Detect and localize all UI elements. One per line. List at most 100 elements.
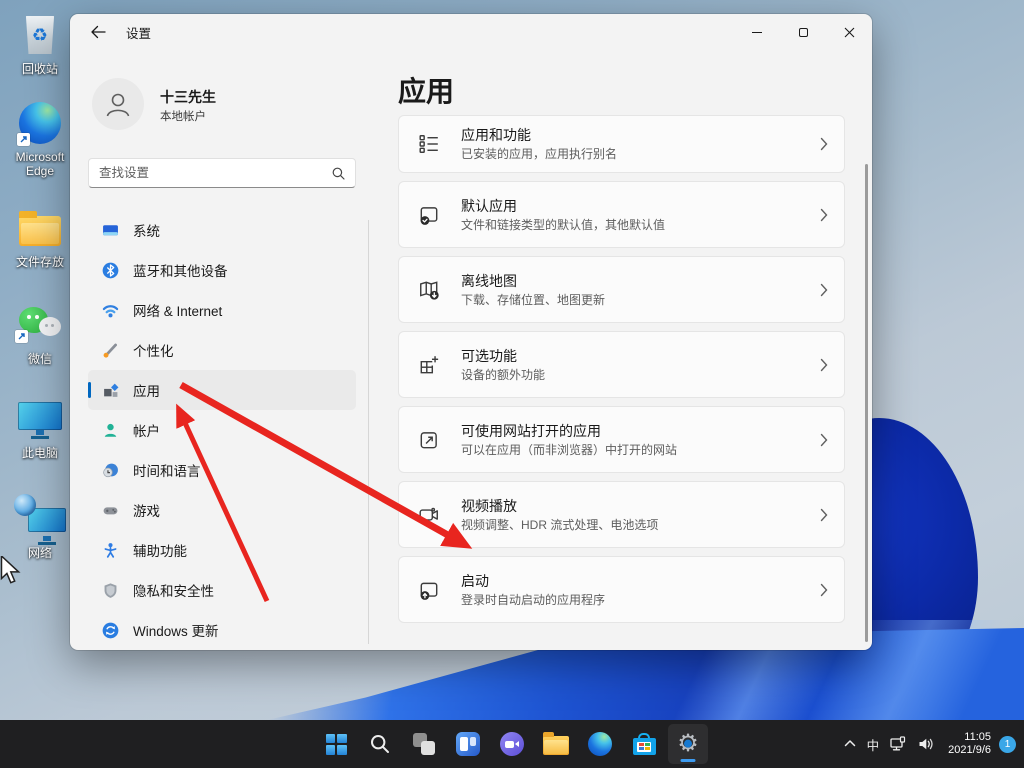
screen: ♻ 回收站 Microsoft Edge 文件存放 微信 此电脑 网络 设置 十… — [0, 0, 1024, 768]
notification-badge[interactable]: 1 — [999, 735, 1016, 753]
settings-sidebar: 系统 蓝牙和其他设备 网络 & Internet 个性化 应用 帐户 时间和语言… — [88, 210, 356, 650]
search-icon — [371, 735, 389, 753]
network-tray-button[interactable] — [884, 724, 912, 764]
desktop-icon-files-folder[interactable]: 文件存放 — [4, 205, 76, 269]
card-offline-maps[interactable]: 离线地图 下载、存储位置、地图更新 — [398, 256, 845, 323]
card-video-playback[interactable]: 视频播放 视频调整、HDR 流式处理、电池选项 — [398, 481, 845, 548]
desktop-icon-this-pc[interactable]: 此电脑 — [4, 396, 76, 460]
close-button[interactable] — [826, 14, 872, 50]
accounts-person-icon — [101, 421, 119, 439]
sidebar-item-privacy-security[interactable]: 隐私和安全性 — [88, 570, 356, 610]
offline-maps-icon — [417, 278, 441, 302]
sidebar-item-bluetooth-devices[interactable]: 蓝牙和其他设备 — [88, 250, 356, 290]
file-explorer-icon — [543, 732, 569, 755]
sidebar-item-apps[interactable]: 应用 — [88, 370, 356, 410]
titlebar[interactable]: 设置 — [70, 14, 872, 50]
paintbrush-icon — [101, 341, 119, 359]
sidebar-item-windows-update[interactable]: Windows 更新 — [88, 610, 356, 650]
accessibility-person-icon — [101, 541, 119, 559]
windows-start-icon — [325, 733, 347, 755]
maximize-button[interactable] — [780, 14, 826, 50]
card-optional-features[interactable]: 可选功能 设备的额外功能 — [398, 331, 845, 398]
scrollbar[interactable] — [865, 164, 868, 642]
taskbar-search-button[interactable] — [360, 724, 400, 764]
task-view-button[interactable] — [404, 724, 444, 764]
widgets-icon — [456, 732, 480, 756]
network-icon — [14, 494, 66, 536]
desktop-icon-microsoft-edge[interactable]: Microsoft Edge — [4, 100, 76, 178]
desktop-icon-network[interactable]: 网络 — [4, 492, 76, 560]
minimize-button[interactable] — [734, 14, 780, 50]
chevron-right-icon — [820, 137, 828, 151]
edge-icon — [588, 732, 612, 756]
ime-indicator[interactable]: 中 — [862, 724, 885, 764]
desktop-icon-label: Microsoft Edge — [15, 150, 65, 178]
search-input[interactable] — [89, 166, 332, 180]
sidebar-item-gaming[interactable]: 游戏 — [88, 490, 356, 530]
shield-icon — [101, 581, 119, 599]
chevron-right-icon — [820, 583, 828, 597]
settings-gear-icon: ⚙ — [675, 731, 701, 757]
optional-features-icon — [417, 353, 441, 377]
card-apps-for-websites[interactable]: 可使用网站打开的应用 可以在应用（而非浏览器）中打开的网站 — [398, 406, 845, 473]
desktop-icon-label: 网络 — [27, 546, 52, 560]
ethernet-icon — [890, 736, 906, 751]
search-box[interactable] — [88, 158, 356, 188]
search-icon — [332, 167, 345, 180]
microsoft-store-button[interactable] — [624, 724, 664, 764]
system-tray: 中 11:05 2021/9/6 1 — [838, 720, 1016, 768]
user-name: 十三先生 — [160, 89, 216, 105]
window-title: 设置 — [126, 26, 152, 41]
sidebar-item-personalization[interactable]: 个性化 — [88, 330, 356, 370]
sidebar-item-time-language[interactable]: 时间和语言 — [88, 450, 356, 490]
shortcut-arrow-icon — [15, 330, 28, 343]
clock-time: 11:05 — [964, 730, 991, 743]
file-explorer-button[interactable] — [536, 724, 576, 764]
desktop-icon-label: 微信 — [27, 352, 52, 366]
back-arrow-icon — [91, 25, 106, 39]
sidebar-content-divider — [368, 220, 369, 644]
clock-globe-icon — [101, 461, 119, 479]
tray-overflow-button[interactable] — [838, 724, 862, 764]
settings-button[interactable]: ⚙ — [668, 724, 708, 764]
chevron-right-icon — [820, 433, 828, 447]
bluetooth-icon — [101, 261, 119, 279]
apps-for-websites-icon — [417, 428, 441, 452]
edge-button[interactable] — [580, 724, 620, 764]
apps-icon — [101, 381, 119, 399]
desktop-icon-wechat[interactable]: 微信 — [4, 302, 76, 366]
desktop-icon-label: 此电脑 — [21, 446, 58, 460]
system-icon — [101, 221, 119, 239]
back-button[interactable] — [84, 20, 112, 44]
chevron-up-icon — [844, 740, 855, 747]
gamepad-icon — [101, 501, 119, 519]
start-button[interactable] — [316, 724, 356, 764]
folder-icon — [19, 211, 61, 246]
chevron-right-icon — [820, 208, 828, 222]
apps-features-icon — [417, 132, 441, 156]
taskbar-center-icons: ⚙ — [316, 720, 708, 768]
default-apps-icon — [417, 203, 441, 227]
speaker-icon — [919, 738, 933, 750]
sidebar-item-system[interactable]: 系统 — [88, 210, 356, 250]
card-apps-features[interactable]: 应用和功能 已安装的应用，应用执行别名 — [398, 115, 845, 173]
edge-icon — [17, 102, 61, 146]
maximize-icon — [798, 27, 808, 37]
shortcut-arrow-icon — [17, 133, 30, 146]
taskbar-clock[interactable]: 11:05 2021/9/6 — [940, 731, 997, 758]
desktop-icon-recycle-bin[interactable]: ♻ 回收站 — [4, 12, 76, 76]
desktop-icon-label: 文件存放 — [15, 255, 64, 269]
avatar[interactable] — [92, 78, 144, 130]
card-default-apps[interactable]: 默认应用 文件和链接类型的默认值，其他默认值 — [398, 181, 845, 248]
user-account-type: 本地帐户 — [160, 111, 206, 123]
widgets-button[interactable] — [448, 724, 488, 764]
clock-date: 2021/9/6 — [948, 744, 991, 756]
person-icon — [106, 93, 130, 117]
sidebar-item-network-internet[interactable]: 网络 & Internet — [88, 290, 356, 330]
sidebar-item-accounts[interactable]: 帐户 — [88, 410, 356, 450]
card-startup[interactable]: 启动 登录时自动启动的应用程序 — [398, 556, 845, 623]
store-icon — [632, 733, 656, 755]
volume-tray-button[interactable] — [912, 724, 940, 764]
sidebar-item-accessibility[interactable]: 辅助功能 — [88, 530, 356, 570]
chat-button[interactable] — [492, 724, 532, 764]
